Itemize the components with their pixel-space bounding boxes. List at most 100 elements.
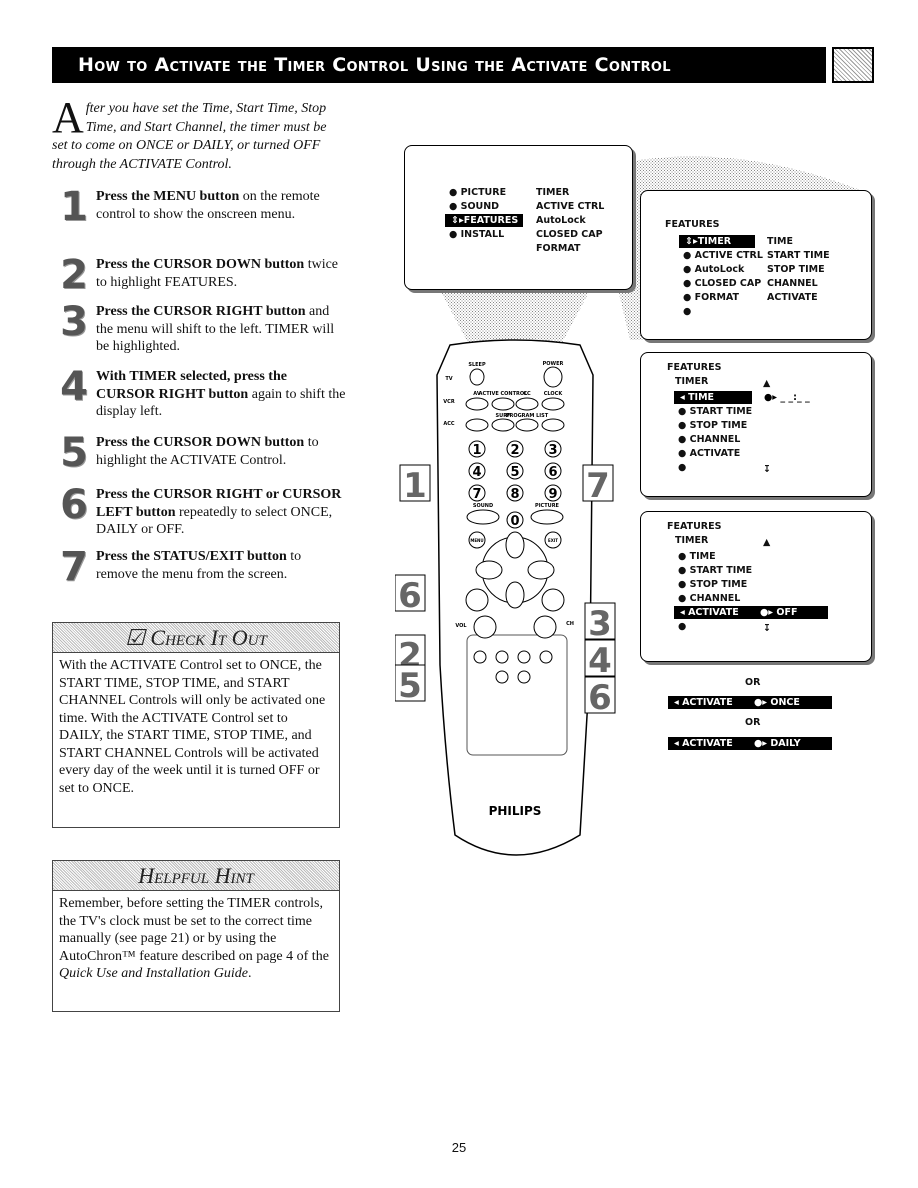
digit-label: 1 (472, 443, 481, 458)
or-label: OR (745, 677, 761, 688)
menu-item: ● START TIME (678, 565, 753, 576)
menu-item: ● (683, 306, 692, 317)
transport-button[interactable] (495, 650, 509, 664)
submenu-item: CHANNEL (767, 278, 818, 289)
submenu-item: START TIME (767, 250, 830, 261)
step-4: 4 With TIMER selected, press the CURSOR R… (56, 364, 346, 421)
helpful-hint-box: Helpful Hint Remember, before setting th… (52, 860, 340, 1012)
step-number: 2 (60, 252, 88, 298)
remote-label: PROGRAM LIST (506, 413, 549, 419)
vol-up-button[interactable] (465, 588, 489, 612)
transport-button[interactable] (517, 650, 531, 664)
remote-button[interactable] (465, 397, 489, 411)
step-number: 7 (60, 544, 88, 590)
step-number: 1 (60, 184, 88, 230)
submenu-item: AutoLock (536, 215, 586, 226)
step-text: Press the STATUS/EXIT button to remove t… (96, 548, 346, 583)
step-text: Press the CURSOR RIGHT button and the me… (96, 303, 346, 356)
features-menu-screen: FEATURES ⇕▸TIMER ● ACTIVE CTRL ● AutoLock ● … (640, 190, 872, 340)
remote-control-illustration: SLEEP POWERAVACTIVE CONTROLCC CLOCKSURFPRO… (395, 339, 616, 856)
remote-button[interactable] (541, 397, 565, 411)
submenu-item: STOP TIME (767, 264, 825, 275)
power-button[interactable] (543, 366, 563, 388)
menu-item: ● START TIME (678, 406, 753, 417)
helpful-hint-title: Helpful Hint (53, 861, 339, 891)
cursor-right-button[interactable] (527, 560, 555, 580)
step-callout-number: 5 (398, 666, 422, 706)
step-action: Press the MENU button (96, 189, 240, 204)
transport-button[interactable] (495, 670, 509, 684)
menu-item: ● STOP TIME (678, 579, 748, 590)
value-text: _ _:_ _ (780, 392, 810, 403)
step-text: Press the CURSOR DOWN button to highligh… (96, 434, 346, 469)
menu-title: FEATURES (667, 362, 722, 373)
remote-button[interactable] (491, 397, 515, 411)
remote-label: VCR (443, 399, 455, 405)
transport-button[interactable] (473, 650, 487, 664)
cursor-left-button[interactable] (475, 560, 503, 580)
submenu-item: TIMER (536, 187, 570, 198)
menu-item: ● SOUND (449, 201, 500, 212)
transport-button[interactable] (517, 670, 531, 684)
page-title: How to Activate the Timer Control Using … (52, 47, 826, 83)
scroll-up-icon: ▲ (763, 537, 771, 548)
remote-label: TV (445, 376, 452, 382)
item-value: ●▸ OFF (760, 607, 798, 618)
activate-menu-screen: FEATURES TIMER ▲ ● TIME ● START TIME ● STOP T… (640, 511, 872, 662)
remote-label: ACC (443, 421, 455, 427)
menu-item: ● CLOSED CAP (683, 278, 762, 289)
highlight-label: ACTIVATE (688, 607, 739, 618)
step-5: 5 Press the CURSOR DOWN button to highlig… (56, 430, 346, 476)
remote-button[interactable] (491, 418, 515, 432)
transport-button[interactable] (539, 650, 553, 664)
remote-label: CH (566, 621, 574, 627)
helpful-hint-body: Remember, before setting the TIMER contr… (53, 891, 339, 987)
hint-guide-title: Quick Use and Installation Guide (59, 966, 248, 981)
step-2: 2 Press the CURSOR DOWN button twice to h… (56, 252, 346, 298)
picture-button[interactable] (530, 509, 564, 525)
page-number: 25 (451, 1140, 467, 1155)
remote-button[interactable] (515, 397, 539, 411)
step-action: Press the CURSOR DOWN button (96, 257, 305, 272)
submenu-item: ACTIVATE (767, 292, 818, 303)
vol-down-button[interactable] (473, 615, 497, 639)
ch-up-button[interactable] (541, 588, 565, 612)
or-label: OR (745, 717, 761, 728)
main-menu-screen: ● PICTURE ● SOUND ⇕▸FEATURES ● INSTALL TIMER… (404, 145, 633, 290)
menu-item: ● ACTIVATE (678, 448, 741, 459)
cursor-down-button[interactable] (505, 581, 525, 609)
intro-text: fter you have set the Time, Start Time, … (52, 101, 327, 172)
step-number: 5 (60, 430, 88, 476)
menu-item: ● ACTIVE CTRL (683, 250, 763, 261)
step-text: With TIMER selected, press the CURSOR RI… (96, 368, 346, 421)
menu-item: ● (678, 462, 687, 473)
remote-label: PICTURE (535, 503, 560, 509)
sound-button[interactable] (466, 509, 500, 525)
check-it-out-title: ☑ Check It Out (53, 623, 339, 653)
remote-brand-logo: PHILIPS (489, 804, 542, 818)
sleep-button[interactable] (469, 368, 485, 386)
hint-end: . (247, 966, 252, 981)
step-number: 3 (60, 299, 88, 345)
step-3: 3 Press the CURSOR RIGHT button and the m… (56, 299, 346, 356)
timer-menu-screen: FEATURES TIMER ▲ ◂ TIME ●▸ _ _:_ _ ● START TI… (640, 352, 872, 497)
remote-button[interactable] (515, 418, 539, 432)
ch-down-button[interactable] (533, 615, 557, 639)
menu-title: FEATURES (667, 521, 722, 532)
remote-button[interactable] (465, 418, 489, 432)
digit-label: 8 (510, 487, 519, 502)
menu-item-selected: ◂ ACTIVATE ●▸ OFF (674, 606, 828, 619)
submenu-item: TIME (767, 236, 793, 247)
menu-subtitle: TIMER (675, 376, 709, 387)
step-callout-number: 6 (398, 576, 422, 616)
menu-title: FEATURES (665, 219, 720, 230)
remote-label: ACTIVE CONTROL (479, 391, 528, 397)
drop-cap: A (52, 93, 84, 142)
once-value: ●▸ ONCE (754, 697, 800, 708)
intro-paragraph: After you have set the Time, Start Time,… (52, 93, 342, 174)
activate-daily-bar: ◂ ACTIVATE ●▸ DAILY (668, 737, 832, 750)
step-6: 6 Press the CURSOR RIGHT or CURSOR LEFT b… (56, 482, 346, 539)
cursor-up-button[interactable] (505, 531, 525, 559)
menu-item: ● STOP TIME (678, 420, 748, 431)
remote-button[interactable] (541, 418, 565, 432)
